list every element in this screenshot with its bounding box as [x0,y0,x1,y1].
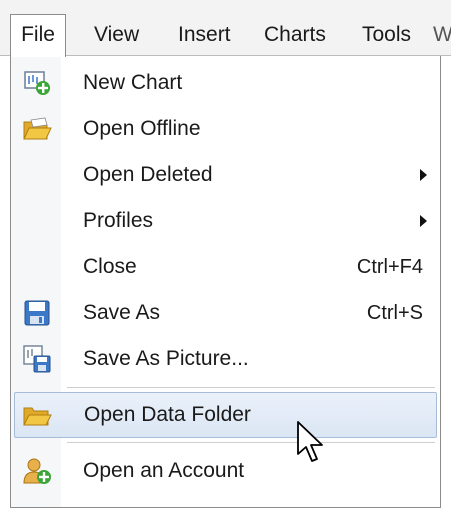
new-chart-icon [24,71,50,95]
menu-item-label: Save As [83,301,161,324]
menu-item-shortcut: Ctrl+S [366,302,423,324]
menu-separator [67,442,435,444]
menu-window-truncated[interactable]: W [433,14,451,56]
menu-item-label: Profiles [83,209,154,232]
menu-item-label: Save As Picture... [83,347,249,370]
menu-item-label: New Chart [83,71,183,94]
menu-item-open-offline[interactable]: Open Offline [14,106,437,152]
open-folder-icon [23,117,52,140]
menu-file[interactable]: File [10,14,66,57]
menu-item-open-deleted[interactable]: Open Deleted [14,152,437,198]
menu-tools[interactable]: Tools [350,14,423,56]
floppy-disk-icon [24,300,50,326]
menu-item-shortcut: Ctrl+F4 [356,256,423,278]
menu-item-profiles[interactable]: Profiles [14,198,437,244]
mouse-pointer-icon [297,421,323,462]
menu-insert[interactable]: Insert [166,14,243,56]
menu-item-label: Open Data Folder [84,403,251,426]
menubar: File View Insert Charts Tools W [0,0,451,57]
menu-item-open-an-account[interactable]: Open an Account [14,448,437,494]
submenu-arrow-icon [420,215,427,227]
menu-item-open-data-folder[interactable]: Open Data Folder [14,392,437,438]
menu-item-close[interactable]: Close Ctrl+F4 [14,244,437,290]
menu-item-save-as-picture[interactable]: Save As Picture... [14,336,437,382]
menu-item-new-chart[interactable]: New Chart [14,60,437,106]
save-picture-icon [23,345,51,373]
menu-item-label: Open Offline [83,117,201,140]
menu-charts[interactable]: Charts [252,14,338,56]
menu-item-label: Close [83,255,137,278]
submenu-arrow-icon [420,169,427,181]
menu-item-label: Open an Account [83,459,245,482]
menu-separator [67,387,435,389]
app-window: File View Insert Charts Tools W New Char… [0,0,451,514]
menu-item-save-as[interactable]: Save As Ctrl+S [14,290,437,336]
folder-icon [23,407,52,426]
add-account-icon [23,458,51,484]
menu-item-label: Open Deleted [83,163,213,186]
file-menu-dropdown: New Chart Open Offline Open Deleted Prof… [10,56,441,508]
menu-view[interactable]: View [82,14,151,56]
